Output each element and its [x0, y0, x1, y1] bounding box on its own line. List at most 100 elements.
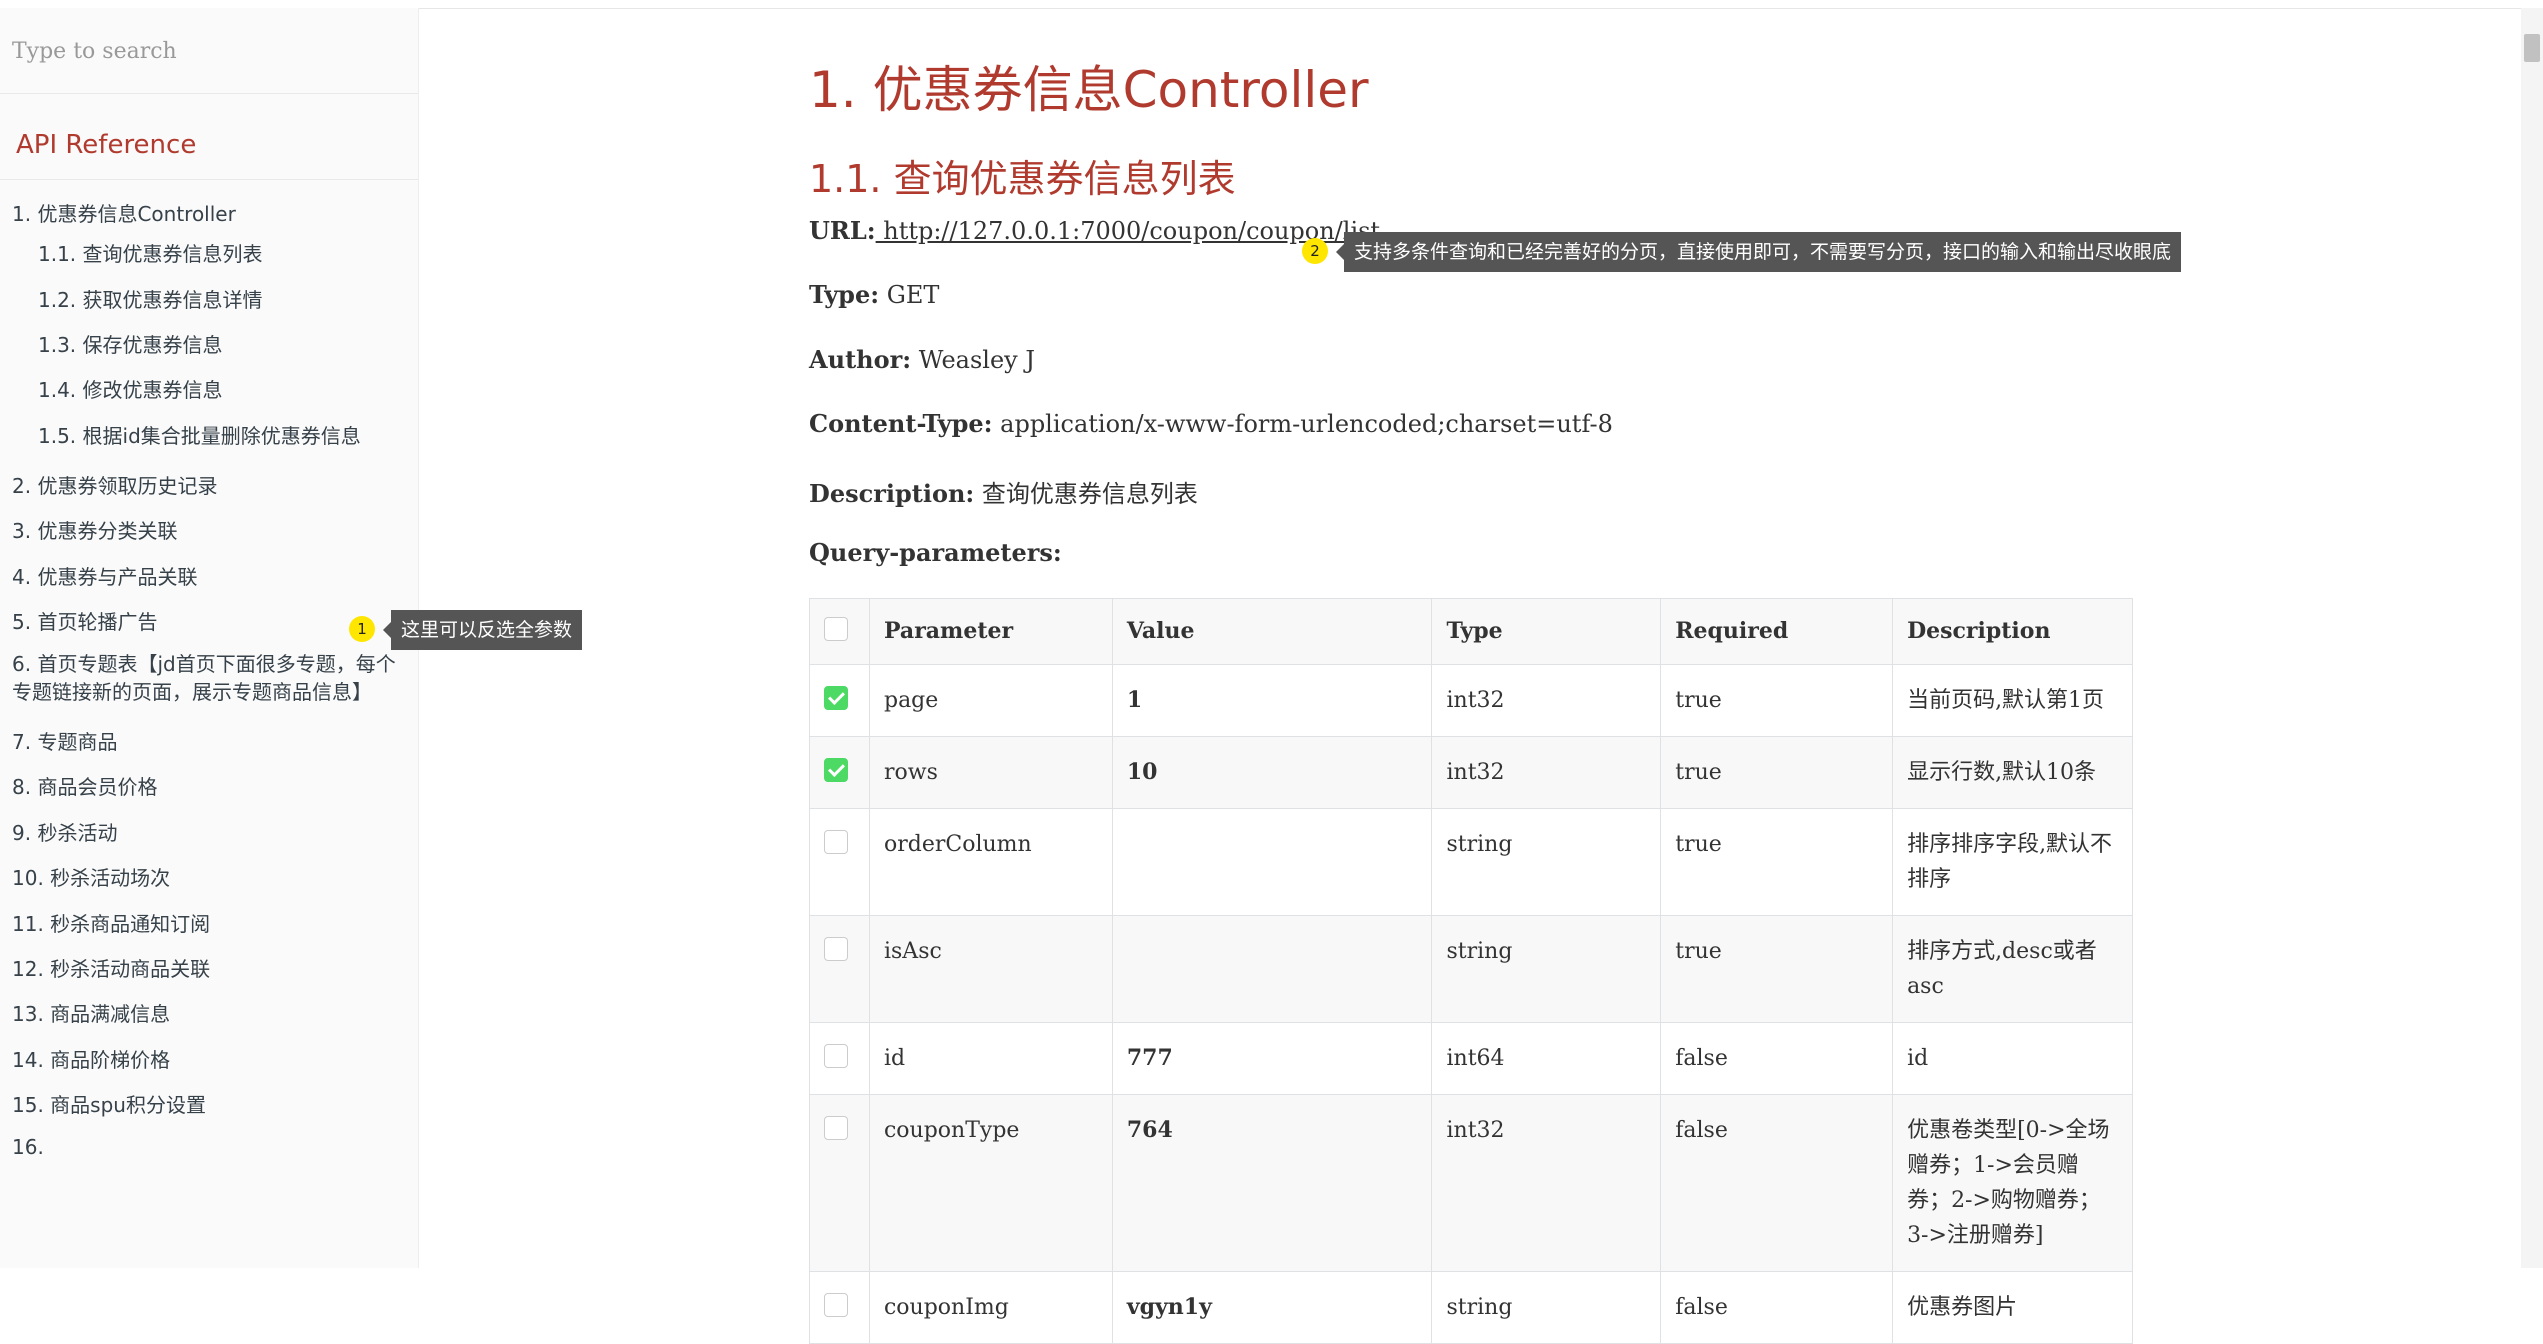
param-type: int32 [1431, 736, 1662, 809]
sidebar-item-12[interactable]: 12. 秒杀活动商品关联 [12, 953, 210, 982]
column-header-value: Value [1111, 598, 1433, 665]
search-input[interactable] [0, 8, 418, 94]
param-type: string [1431, 915, 1662, 1023]
param-name: couponType [868, 1094, 1113, 1272]
select-all-cell [809, 598, 870, 665]
param-type: int32 [1431, 1094, 1662, 1272]
tooltip-1: 这里可以反选全参数 [382, 610, 583, 650]
scrollbar-thumb[interactable] [2524, 34, 2540, 62]
row-checkbox-cell [809, 736, 870, 809]
sidebar-item-6[interactable]: 6. 首页专题表【jd首页下面很多专题，每个专题链接新的页面，展示专题商品信息】 [12, 650, 412, 706]
param-value[interactable]: 10 [1111, 736, 1433, 809]
column-header-description: Description [1892, 598, 2133, 665]
param-required: true [1660, 808, 1894, 916]
section-title: 1.1. 查询优惠券信息列表 [809, 157, 1236, 201]
sidebar-item-1[interactable]: 1. 优惠券信息Controller [12, 198, 236, 227]
table-header-row: Parameter Value Type Required Descriptio… [809, 598, 2133, 665]
row-checkbox[interactable] [824, 1116, 848, 1140]
sidebar-item-7[interactable]: 7. 专题商品 [12, 726, 117, 755]
row-checkbox[interactable] [824, 937, 848, 961]
vertical-scrollbar[interactable] [2521, 8, 2543, 1268]
select-all-checkbox[interactable] [824, 617, 848, 641]
param-required: false [1660, 1094, 1894, 1272]
url-link[interactable]: http://127.0.0.1:7000/coupon/coupon/list [876, 217, 1380, 245]
tooltip-2-badge: 2 [1302, 238, 1328, 264]
type-field: Type: GET [809, 280, 939, 309]
param-description: 排序排序字段,默认不排序 [1892, 808, 2133, 916]
row-checkbox-cell [809, 1094, 870, 1272]
param-name: rows [868, 736, 1113, 809]
description-value: 查询优惠券信息列表 [974, 480, 1198, 508]
sidebar-item-5[interactable]: 5. 首页轮播广告 [12, 606, 157, 635]
table-row: orderColumn string true 排序排序字段,默认不排序 [809, 808, 2133, 916]
param-description: 当前页码,默认第1页 [1892, 664, 2133, 737]
table-row: isAsc string true 排序方式,desc或者asc [809, 915, 2133, 1023]
param-value[interactable]: vgyn1y [1111, 1271, 1433, 1344]
main-content: 1. 优惠券信息Controller 1.1. 查询优惠券信息列表 URL: h… [349, 8, 2519, 1344]
row-checkbox-cell [809, 808, 870, 916]
row-checkbox-cell [809, 915, 870, 1023]
url-label: URL: [809, 216, 876, 245]
sidebar-item-3[interactable]: 3. 优惠券分类关联 [12, 515, 177, 544]
content-type-field: Content-Type: application/x-www-form-url… [809, 409, 1613, 438]
sidebar-title-api-reference[interactable]: API Reference [0, 94, 418, 180]
table-row: page 1 int32 true 当前页码,默认第1页 [809, 664, 2133, 737]
param-description: 排序方式,desc或者asc [1892, 915, 2133, 1023]
sidebar-item-8[interactable]: 8. 商品会员价格 [12, 771, 157, 800]
param-description: 显示行数,默认10条 [1892, 736, 2133, 809]
row-checkbox-cell [809, 1022, 870, 1095]
author-label: Author: [809, 345, 912, 374]
param-description: 优惠卷类型[0->全场赠券；1->会员赠券；2->购物赠券；3->注册赠券] [1892, 1094, 2133, 1272]
tooltip-1-badge: 1 [349, 616, 375, 642]
row-checkbox[interactable] [824, 758, 848, 782]
param-name: couponImg [868, 1271, 1113, 1344]
column-header-type: Type [1431, 598, 1662, 665]
param-value[interactable]: 764 [1111, 1094, 1433, 1272]
sidebar-item-11[interactable]: 11. 秒杀商品通知订阅 [12, 908, 210, 937]
page-title: 1. 优惠券信息Controller [809, 61, 1369, 119]
author-field: Author: Weasley J [809, 345, 1035, 374]
param-type: int32 [1431, 664, 1662, 737]
sidebar-item-9[interactable]: 9. 秒杀活动 [12, 817, 117, 846]
param-name: page [868, 664, 1113, 737]
sidebar-item-2[interactable]: 2. 优惠券领取历史记录 [12, 470, 217, 499]
param-required: true [1660, 736, 1894, 809]
sidebar-item-13[interactable]: 13. 商品满减信息 [12, 998, 170, 1027]
row-checkbox[interactable] [824, 686, 848, 710]
sidebar-item-15[interactable]: 15. 商品spu积分设置 [12, 1089, 206, 1118]
sidebar-item-1-2[interactable]: 1.2. 获取优惠券信息详情 [38, 284, 263, 313]
description-label: Description: [809, 479, 975, 508]
row-checkbox-cell [809, 664, 870, 737]
type-value: GET [879, 281, 940, 309]
sidebar-item-4[interactable]: 4. 优惠券与产品关联 [12, 561, 197, 590]
content-type-value: application/x-www-form-urlencoded;charse… [992, 410, 1613, 438]
sidebar-item-1-3[interactable]: 1.3. 保存优惠券信息 [38, 329, 223, 358]
row-checkbox[interactable] [824, 1044, 848, 1068]
sidebar-item-14[interactable]: 14. 商品阶梯价格 [12, 1044, 170, 1073]
row-checkbox[interactable] [824, 830, 848, 854]
table-row: couponImg vgyn1y string false 优惠券图片 [809, 1271, 2133, 1344]
row-checkbox[interactable] [824, 1293, 848, 1317]
param-type: string [1431, 1271, 1662, 1344]
row-checkbox-cell [809, 1271, 870, 1344]
param-value[interactable] [1111, 808, 1433, 916]
sidebar-item-1-1[interactable]: 1.1. 查询优惠券信息列表 [38, 238, 263, 267]
type-label: Type: [809, 280, 880, 309]
sidebar-item-1-5[interactable]: 1.5. 根据id集合批量删除优惠券信息 [38, 420, 361, 449]
param-required: true [1660, 664, 1894, 737]
column-header-required: Required [1660, 598, 1894, 665]
column-header-parameter: Parameter [868, 598, 1113, 665]
sidebar-item-10[interactable]: 10. 秒杀活动场次 [12, 862, 170, 891]
param-value[interactable] [1111, 915, 1433, 1023]
param-description: 优惠券图片 [1892, 1271, 2133, 1344]
query-params-heading: Query-parameters: [809, 538, 1062, 567]
param-value[interactable]: 777 [1111, 1022, 1433, 1095]
param-type: string [1431, 808, 1662, 916]
param-name: orderColumn [868, 808, 1113, 916]
sidebar-item-16[interactable]: 16. [12, 1135, 44, 1159]
sidebar-item-1-4[interactable]: 1.4. 修改优惠券信息 [38, 374, 223, 403]
param-required: true [1660, 915, 1894, 1023]
query-params-table: Parameter Value Type Required Descriptio… [809, 598, 2133, 1344]
param-value[interactable]: 1 [1111, 664, 1433, 737]
table-row: couponType 764 int32 false 优惠卷类型[0->全场赠券… [809, 1094, 2133, 1272]
